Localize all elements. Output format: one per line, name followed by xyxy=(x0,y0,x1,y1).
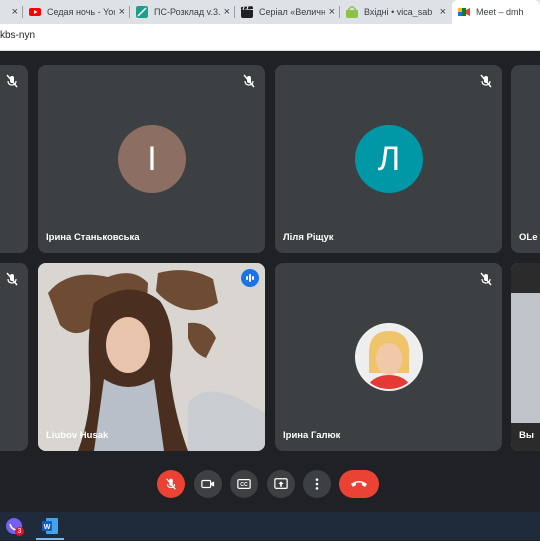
tab-meet[interactable]: Meet – dmh xyxy=(452,0,540,24)
tab-title: Вхідні • vica_sab xyxy=(364,7,433,17)
tab-title: Седая ночь - You xyxy=(47,7,115,17)
tab-youtube[interactable]: Седая ночь - You × xyxy=(23,0,129,24)
url-text: kbs-nyn xyxy=(0,30,36,41)
mic-off-icon xyxy=(6,272,18,286)
clapper-icon xyxy=(241,6,253,18)
captions-icon: CC xyxy=(237,479,251,489)
avatar: Л xyxy=(355,125,423,193)
participant-video-tile-speaking[interactable]: Liubov Husak xyxy=(38,263,265,451)
hangup-icon xyxy=(351,481,367,487)
close-icon[interactable]: × xyxy=(220,6,234,18)
end-call-button[interactable] xyxy=(339,470,379,498)
meet-icon xyxy=(458,8,470,16)
avatar: І xyxy=(118,125,186,193)
participant-tile[interactable]: Л Ліля Ріщук xyxy=(275,65,502,253)
youtube-icon xyxy=(29,8,41,16)
svg-text:W: W xyxy=(44,524,51,531)
close-icon[interactable]: × xyxy=(436,6,450,18)
present-screen-button[interactable] xyxy=(267,470,295,498)
mic-off-icon xyxy=(480,74,492,88)
tab-series[interactable]: Серіал «Величн × xyxy=(235,0,339,24)
participant-name: Ліля Ріщук xyxy=(283,232,334,243)
captions-button[interactable]: CC xyxy=(230,470,258,498)
viber-app-button[interactable]: 3 xyxy=(4,516,24,536)
participant-tile-left-partial[interactable] xyxy=(0,65,28,253)
speaking-indicator-icon xyxy=(241,269,259,287)
participant-tile[interactable]: І Ірина Станьковська xyxy=(38,65,265,253)
mic-off-icon xyxy=(6,74,18,88)
camera-icon xyxy=(201,479,215,489)
tab-title: Meet – dmh xyxy=(476,7,524,17)
os-taskbar: 3 W xyxy=(0,512,540,540)
close-icon[interactable]: × xyxy=(115,6,129,18)
svg-text:CC: CC xyxy=(240,482,248,488)
mic-off-icon xyxy=(166,478,176,490)
tab-schedule[interactable]: ПС-Розклад v.3.0 × xyxy=(130,0,234,24)
participant-name: Ірина Галюк xyxy=(283,430,341,441)
avatar-photo xyxy=(355,323,423,391)
mic-off-icon xyxy=(243,74,255,88)
browser-tab-strip: × Седая ночь - You × ПС-Розклад v.3.0 × … xyxy=(0,0,540,24)
participant-name: Ірина Станьковська xyxy=(46,232,140,243)
tab-mail[interactable]: Вхідні • vica_sab × xyxy=(340,0,450,24)
participant-name: OLe xyxy=(519,232,538,243)
meet-stage: І Ірина Станьковська Л Ліля Ріщук OLe Li… xyxy=(0,51,540,512)
more-vert-icon xyxy=(315,478,319,490)
mic-off-icon xyxy=(480,272,492,286)
tab-title: ПС-Розклад v.3.0 xyxy=(154,7,220,17)
mail-icon xyxy=(346,6,358,18)
participant-name: Liubov Husak xyxy=(46,430,109,441)
video-feed xyxy=(511,263,540,451)
mic-toggle-button[interactable] xyxy=(157,470,185,498)
tab-title: Серіал «Величн xyxy=(259,7,325,17)
participant-video-tile-self[interactable]: Вы xyxy=(511,263,540,451)
close-icon[interactable]: × xyxy=(325,6,339,18)
notification-badge: 3 xyxy=(15,527,24,536)
address-bar[interactable]: kbs-nyn xyxy=(0,24,540,51)
present-icon xyxy=(274,478,288,489)
camera-toggle-button[interactable] xyxy=(194,470,222,498)
close-icon[interactable]: × xyxy=(8,6,22,18)
participant-tile-right-partial[interactable]: OLe xyxy=(511,65,540,253)
word-icon: W xyxy=(42,518,58,534)
word-app-button[interactable]: W xyxy=(40,516,60,536)
more-options-button[interactable] xyxy=(303,470,331,498)
tab-partial[interactable]: × xyxy=(0,0,22,24)
participant-name: Вы xyxy=(519,430,534,441)
participant-tile-left-partial[interactable] xyxy=(0,263,28,451)
participant-tile[interactable]: Ірина Галюк xyxy=(275,263,502,451)
video-feed xyxy=(38,263,265,451)
sheet-icon xyxy=(136,6,148,18)
